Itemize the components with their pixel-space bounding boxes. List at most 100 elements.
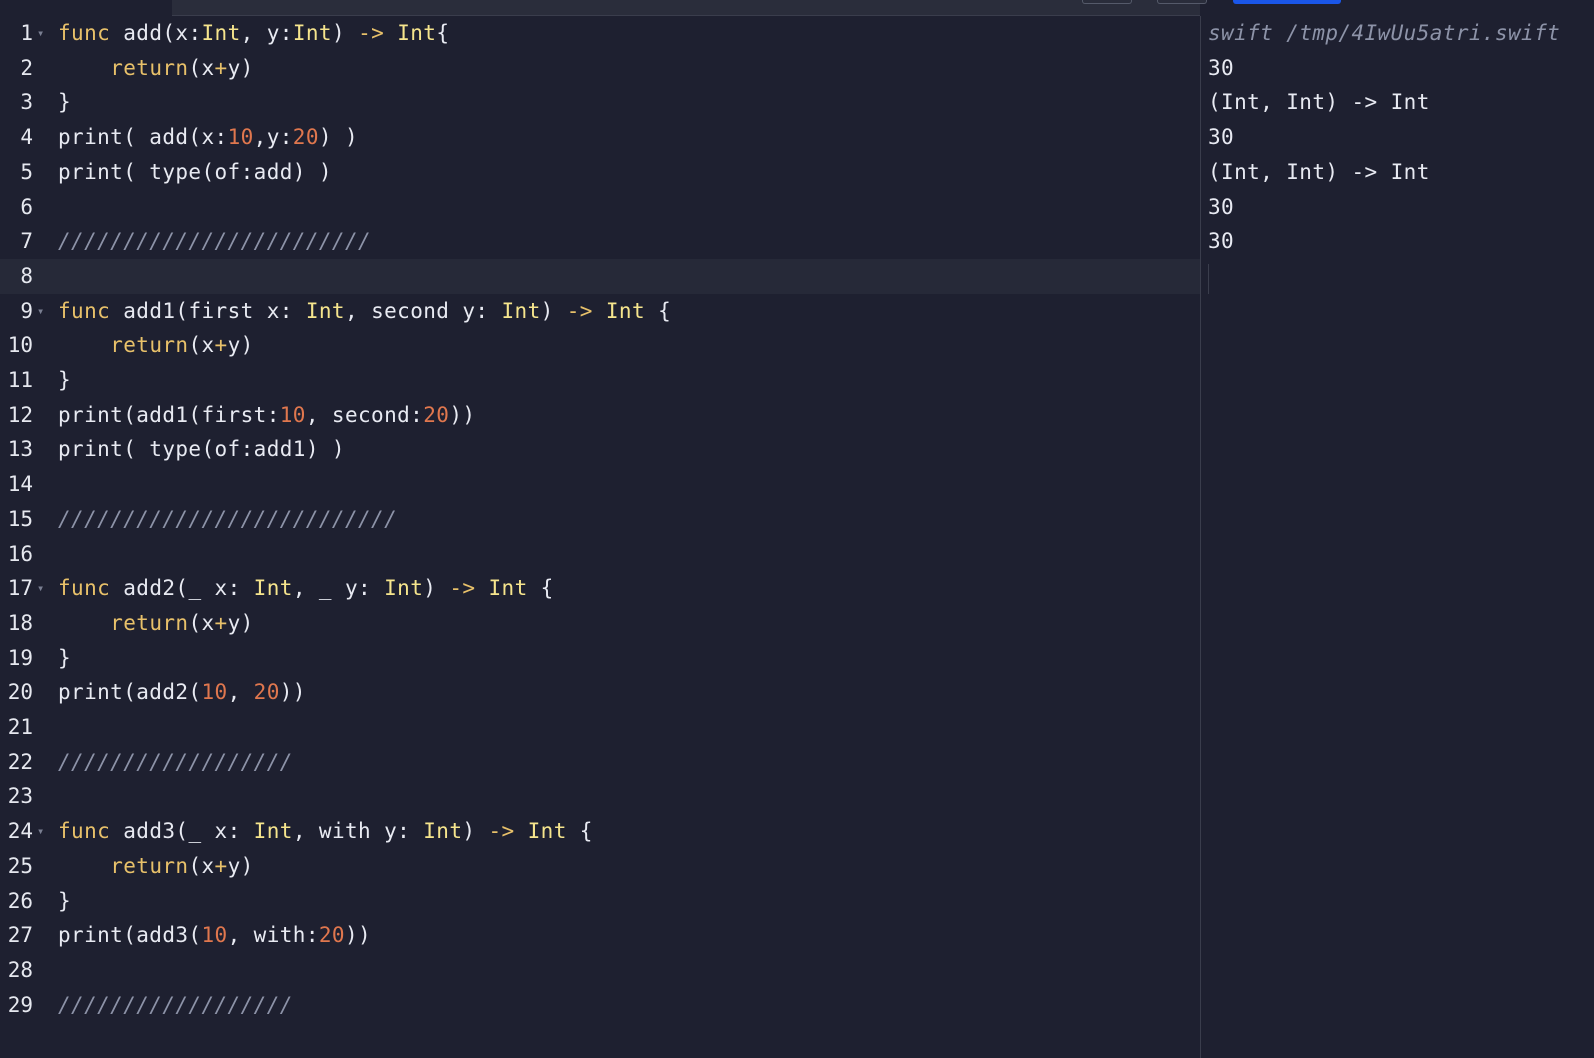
fold-arrow-icon[interactable]: ▾ [37,16,44,51]
code-editor[interactable]: 1 ▾ func add(x:Int, y:Int) -> Int{2 return… [0,16,1200,1058]
code-content: func add2(_ x: Int, _ y: Int) -> Int { [58,571,554,606]
line-number: 8 [20,263,33,288]
output-cursor [1208,264,1209,294]
code-text: } [58,888,72,913]
code-text: y) [227,333,254,358]
code-line[interactable]: 29 ////////////////// [0,988,1200,1023]
code-text: ) [540,298,567,323]
code-line[interactable]: 9 ▾ func add1(first x: Int, second y: Int)… [0,294,1200,329]
code-line[interactable]: 27 print(add3(10, with:20)) [0,918,1200,953]
code-content: print( type(of:add1) ) [58,432,345,467]
code-line[interactable]: 16 [0,537,1200,572]
output-line: 30 [1208,125,1235,150]
toolbar-button-1[interactable] [1082,0,1132,4]
fold-arrow-icon[interactable]: ▾ [37,571,44,606]
code-line[interactable]: 19} [0,641,1200,676]
number-literal: 10 [201,923,228,948]
code-content: } [58,363,71,398]
output-line: 30 [1208,229,1235,254]
toolbar [172,0,1341,16]
type-name: Int [253,819,293,844]
code-text: (x [188,333,215,358]
code-line[interactable]: 20 print(add2(10, 20)) [0,675,1200,710]
code-line[interactable]: 7 //////////////////////// [0,224,1200,259]
code-text: } [58,645,72,670]
code-content: print(add3(10, with:20)) [58,918,371,953]
line-number: 10 [7,333,33,358]
code-line[interactable]: 14 [0,467,1200,502]
fold-arrow-icon[interactable]: ▾ [37,294,44,329]
code-content: ////////////////// [58,988,293,1023]
type-name: Int [488,576,528,601]
output-line: (Int, Int) -> Int [1208,159,1430,184]
code-text: print( type(of:add1) ) [58,437,345,462]
code-text: add1(first x: [110,298,306,323]
code-line[interactable]: 21 [0,710,1200,745]
line-number: 19 [7,645,33,670]
line-number: 20 [7,680,33,705]
code-line[interactable]: 4 print( add(x:10,y:20) ) [0,120,1200,155]
code-text: ) [331,21,359,45]
code-line[interactable]: 8 [0,258,1200,295]
fold-arrow-icon[interactable]: ▾ [37,814,44,849]
toolbar-button-2[interactable] [1157,0,1207,4]
code-line[interactable]: 2 return(x+y) [0,51,1200,86]
code-line[interactable]: 28 [0,953,1200,988]
operator: -> [449,576,476,601]
comment: ////////////////// [58,749,293,774]
code-line[interactable]: 18 return(x+y) [0,606,1200,641]
code-text: (x [188,853,215,878]
code-text: print( type(of:add) ) [58,159,332,184]
code-text: add2(_ x: [110,576,254,601]
type-name: Int [305,298,345,323]
code-line[interactable]: 23 [0,779,1200,814]
code-content: ////////////////////////// [58,502,397,537]
code-line[interactable]: 26} [0,884,1200,919]
code-text: add3(_ x: [110,819,254,844]
line-number: 11 [7,368,33,392]
code-content: print(add2(10, 20)) [58,675,306,710]
code-text: , second y: [344,298,502,323]
code-line[interactable]: 1 ▾ func add(x:Int, y:Int) -> Int{ [0,16,1200,51]
code-content: } [58,884,71,919]
code-text: print( add(x: [58,125,228,150]
output-command: swift /tmp/4IwUu5atri.swift [1208,21,1561,45]
code-line[interactable]: 25 return(x+y) [0,849,1200,884]
code-line[interactable]: 24 ▾ func add3(_ x: Int, with y: Int) -> I… [0,814,1200,849]
type-name: Int [292,21,332,45]
code-content: func add1(first x: Int, second y: Int) -… [58,294,671,329]
line-number: 3 [20,90,33,115]
code-line[interactable]: 6 [0,190,1200,225]
code-text: print(add3( [58,923,202,948]
line-number: 6 [20,194,33,219]
operator: + [214,55,228,80]
run-button[interactable] [1233,0,1341,4]
code-content: return(x+y) [58,849,254,884]
code-line[interactable]: 17 ▾ func add2(_ x: Int, _ y: Int) -> Int … [0,571,1200,606]
line-number: 25 [7,853,33,878]
keyword: func [58,21,111,45]
code-line[interactable]: 22 ////////////////// [0,745,1200,780]
code-text: (x [188,610,215,635]
code-content: print( add(x:10,y:20) ) [58,120,358,155]
code-line[interactable]: 5 print( type(of:add) ) [0,155,1200,190]
code-content: return(x+y) [58,51,254,86]
code-line[interactable]: 10 return(x+y) [0,328,1200,363]
code-line[interactable]: 13 print( type(of:add1) ) [0,432,1200,467]
code-line[interactable]: 3} [0,85,1200,120]
code-text: { [527,576,554,601]
code-line[interactable]: 12 print(add1(first:10, second:20)) [0,398,1200,433]
keyword: func [58,298,111,323]
operator: + [214,333,228,358]
code-content: return(x+y) [58,606,254,641]
code-text: , with: [227,923,319,948]
code-line[interactable]: 15 ////////////////////////// [0,502,1200,537]
line-number: 13 [7,437,33,462]
code-line[interactable]: 11} [0,363,1200,398]
number-literal: 10 [201,680,228,705]
code-text: ) [462,819,489,844]
